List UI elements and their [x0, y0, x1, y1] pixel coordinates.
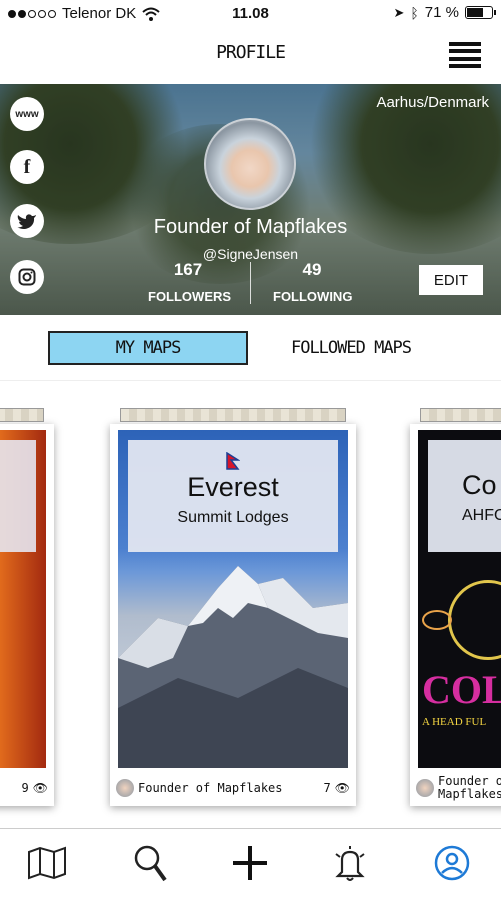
eye-icon: 👁: [334, 781, 350, 795]
map-card-footer: Founder o Mapflakes: [416, 774, 501, 802]
map-card[interactable]: Everest Summit Lodges Founder of Mapflak…: [110, 408, 356, 806]
card-banner-subtext: A HEAD FUL: [422, 716, 487, 728]
tab-my-maps[interactable]: MY MAPS: [48, 331, 248, 365]
maps-tabs: MY MAPS FOLLOWED MAPS: [0, 315, 501, 381]
website-icon[interactable]: www: [10, 97, 44, 131]
followers-count[interactable]: 167: [158, 260, 218, 280]
status-bar: Telenor DK 11.08 ➤ ᛒ 71 %: [0, 0, 501, 28]
nepal-flag-icon: [128, 452, 338, 470]
instagram-icon[interactable]: [10, 260, 44, 294]
location-label: Aarhus/Denmark: [376, 94, 489, 111]
map-icon[interactable]: [27, 843, 67, 883]
following-label[interactable]: FOLLOWING: [273, 289, 352, 304]
menu-icon[interactable]: [449, 42, 481, 68]
website-label: www: [15, 108, 39, 120]
map-card-footer: Founder of Mapflakes 7 👁: [116, 774, 350, 802]
map-card[interactable]: 9 👁: [0, 408, 54, 806]
app-header: PROFILE: [0, 28, 501, 84]
bluetooth-icon: ᛒ: [410, 4, 419, 21]
map-card-image: [0, 430, 46, 768]
map-card-footer: 9 👁: [0, 774, 48, 802]
notifications-icon[interactable]: [330, 843, 370, 883]
bottom-tab-bar: [0, 828, 501, 897]
location-arrow-icon: ➤: [393, 4, 405, 20]
profile-icon[interactable]: [432, 843, 472, 883]
battery-icon: [465, 6, 496, 19]
author-avatar: [416, 779, 434, 797]
status-right: ➤ ᛒ 71 %: [393, 4, 496, 21]
map-card[interactable]: COL A HEAD FUL Co AHFO Founder o Mapflak…: [410, 408, 501, 806]
facebook-label: f: [23, 155, 31, 178]
page-title: PROFILE: [216, 42, 286, 63]
author-avatar: [116, 779, 134, 797]
avatar[interactable]: [204, 118, 296, 210]
facebook-icon[interactable]: f: [10, 150, 44, 184]
map-card-title: Co: [462, 470, 497, 500]
edit-profile-button[interactable]: EDIT: [419, 265, 483, 295]
following-count[interactable]: 49: [282, 260, 342, 280]
map-card-image: COL A HEAD FUL Co AHFO: [418, 430, 501, 768]
card-banner-text: COL: [422, 667, 501, 712]
map-card-image: Everest Summit Lodges: [118, 430, 348, 768]
stats-divider: [250, 262, 251, 304]
map-card-label: Everest Summit Lodges: [128, 440, 338, 552]
map-card-subtitle: AHFO: [462, 507, 501, 524]
view-count: 7: [323, 781, 331, 795]
map-card-author-line2: Mapflakes: [438, 787, 501, 801]
tab-followed-maps[interactable]: FOLLOWED MAPS: [262, 331, 440, 365]
search-icon[interactable]: [130, 843, 170, 883]
battery-percentage: 71 %: [424, 4, 459, 21]
add-icon[interactable]: [230, 843, 270, 883]
view-count: 9: [21, 781, 29, 795]
eye-icon: 👁: [32, 781, 48, 795]
maps-carousel[interactable]: 9 👁 Everest Summit Lodges Founder of Map…: [0, 382, 501, 828]
map-card-label: Co AHFO: [428, 440, 501, 552]
map-card-author: Founder of Mapflakes: [138, 781, 283, 795]
profile-name: Founder of Mapflakes: [153, 216, 348, 238]
profile-handle: @SigneJensen: [202, 246, 299, 262]
map-card-subtitle: Summit Lodges: [177, 509, 289, 526]
mountain-illustration: [118, 566, 348, 768]
followers-label[interactable]: FOLLOWERS: [148, 289, 231, 304]
profile-hero: Aarhus/Denmark www f Founder of Mapflake…: [0, 84, 501, 315]
map-card-title: Everest: [187, 472, 279, 502]
